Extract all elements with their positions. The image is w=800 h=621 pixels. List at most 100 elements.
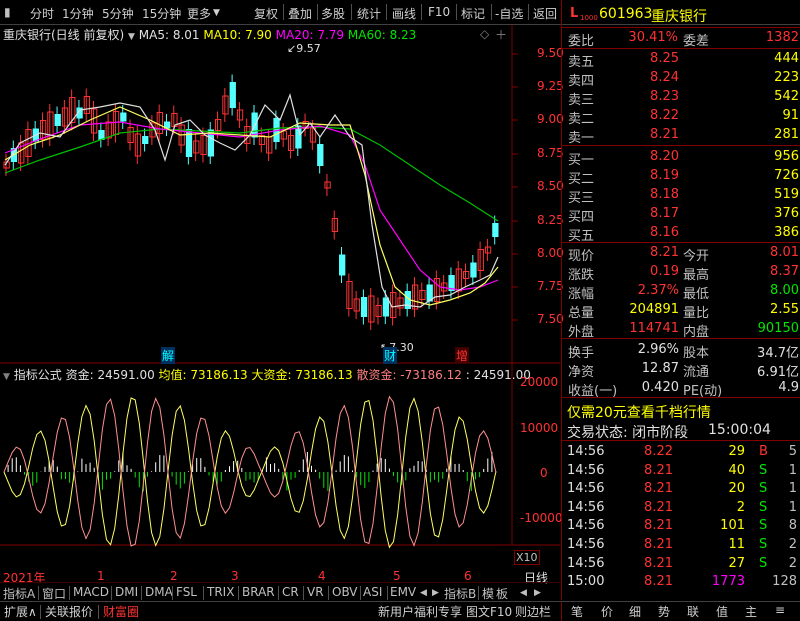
kline-chart-svg[interactable] <box>0 25 560 570</box>
quote-label: 今开 <box>683 249 710 264</box>
tab-brar[interactable]: BRAR <box>242 585 275 599</box>
panel-toggle-icon[interactable]: ▮ <box>4 5 11 19</box>
ma10-label: MA10: 7.90 <box>203 28 272 42</box>
sidebar-link[interactable]: 则边栏 <box>515 603 551 620</box>
stock-name: 重庆银行 <box>651 9 707 25</box>
price-tick: 9.50 <box>537 46 564 60</box>
indicator-unit: X10 <box>514 550 540 565</box>
panel-tab-jia[interactable]: 价 <box>601 603 613 620</box>
tick-volume: 1773 <box>711 574 745 590</box>
candle-body <box>134 133 142 157</box>
tab-vr[interactable]: VR <box>307 585 324 599</box>
tick-side: S <box>759 481 768 497</box>
tab-dmi[interactable]: DMI <box>115 585 138 599</box>
kline-dropdown-icon[interactable]: ▼ <box>128 32 135 42</box>
indicator-tick: 0 <box>540 466 548 480</box>
toolbar-fuquan[interactable]: 复权 <box>254 5 278 22</box>
candle-body <box>382 297 390 317</box>
tuwen-f10-link[interactable]: 图文F10 <box>466 603 512 620</box>
wealth-circle-button[interactable]: 财富圈 <box>103 603 139 620</box>
more-dropdown-icon[interactable]: ▼ <box>213 8 220 18</box>
tab-template[interactable]: 模 <box>482 585 494 602</box>
bid-price: 8.18 <box>650 187 679 202</box>
tab-scroll-right-icon[interactable]: ▶ <box>534 588 541 598</box>
quote-value: 204891 <box>629 302 679 317</box>
quote-label: 最低 <box>683 287 710 302</box>
promo-banner[interactable]: 仅需20元查看千档行情 <box>562 401 800 421</box>
toolbar-more[interactable]: 更多 <box>187 5 211 22</box>
toolbar-5min[interactable]: 5分钟 <box>102 5 134 22</box>
bid-volume: 726 <box>774 168 799 183</box>
quote-value: 2.55 <box>770 302 799 317</box>
indicator-sanzijin: 散资金: -73186.12 <box>356 368 462 382</box>
toolbar-biaoji[interactable]: 标记 <box>461 5 485 22</box>
indicator-dropdown-icon[interactable]: ▼ <box>3 372 10 382</box>
tab-nav-left-icon[interactable]: ◀ <box>420 588 427 598</box>
marker-cai[interactable]: 财 <box>383 347 398 364</box>
toolbar-diejia[interactable]: 叠加 <box>288 5 312 22</box>
panel-tab-zhu[interactable]: 主 <box>745 603 757 620</box>
indicator-name[interactable]: 指标公式 <box>14 368 62 382</box>
tab-indicator-a[interactable]: 指标A <box>3 585 35 602</box>
tab-indicator-b[interactable]: 指标B <box>444 585 476 602</box>
bid-row: 买四 8.17 376 <box>562 205 800 225</box>
new-user-benefit-link[interactable]: 新用户福利专享 <box>378 603 462 620</box>
related-quote-button[interactable]: 关联报价 <box>45 603 93 620</box>
candle-body <box>455 268 463 292</box>
tab-asi[interactable]: ASI <box>363 585 382 599</box>
tick-time: 15:00 <box>567 574 605 590</box>
price-tick: 7.50 <box>537 312 564 326</box>
toolbar-zixuan[interactable]: -自选 <box>495 5 523 22</box>
panel-tab-xi[interactable]: 细 <box>629 603 641 620</box>
tab-dma[interactable]: DMA <box>145 585 173 599</box>
time-month: 5 <box>393 569 401 583</box>
chart-add-icon[interactable]: ＋ <box>495 26 507 43</box>
tab-obv[interactable]: OBV <box>332 585 358 599</box>
stock-title: L 1000 601963 重庆银行 <box>562 6 800 26</box>
marker-jie[interactable]: 解 <box>161 347 176 364</box>
tab-cr[interactable]: CR <box>282 585 299 599</box>
stat-label: 净资 <box>568 365 595 380</box>
toolbar-fanhui[interactable]: 返回 <box>533 5 557 22</box>
marker-zeng[interactable]: 增 <box>455 347 470 364</box>
tab-trix[interactable]: TRIX <box>207 585 234 599</box>
stat-label: PE(动) <box>683 384 723 399</box>
tick-price: 8.21 <box>644 499 673 515</box>
panel-tab-zhi[interactable]: 值 <box>716 603 728 620</box>
time-month: 6 <box>464 569 472 583</box>
tab-nav-right-icon[interactable]: ▶ <box>432 588 439 598</box>
toolbar-fenshi[interactable]: 分时 <box>30 5 54 22</box>
chart-settings-icon[interactable]: ◇ <box>480 27 489 41</box>
toolbar-huaxian[interactable]: 画线 <box>392 5 416 22</box>
ma5-line <box>4 93 499 308</box>
panel-tab-lian[interactable]: 联 <box>687 603 699 620</box>
bid-volume: 956 <box>774 149 799 164</box>
quote-label: 涨跌 <box>568 268 595 283</box>
tab-template-2[interactable]: 板 <box>496 585 508 602</box>
toolbar-duogu[interactable]: 多股 <box>321 5 345 22</box>
candle-body <box>463 271 470 279</box>
tab-macd[interactable]: MACD <box>73 585 109 599</box>
tab-scroll-left-icon[interactable]: ◀ <box>520 588 527 598</box>
toolbar-1min[interactable]: 1分钟 <box>62 5 94 22</box>
tab-fsl[interactable]: FSL <box>176 585 197 599</box>
tick-volume: 29 <box>728 444 745 459</box>
tick-side: S <box>759 555 768 571</box>
candle-body <box>375 305 382 317</box>
tick-row: 14:56 8.21 2 S 1 <box>562 499 800 518</box>
panel-tab-shi[interactable]: 势 <box>658 603 670 620</box>
toolbar-15min[interactable]: 15分钟 <box>142 5 181 22</box>
candle-body <box>280 130 287 140</box>
bid-row: 买三 8.18 519 <box>562 186 800 206</box>
bid-row: 买五 8.16 386 <box>562 224 800 244</box>
chart-area[interactable]: 重庆银行(日线 前复权) ▼ MA5: 8.01 MA10: 7.90 MA20… <box>0 25 564 585</box>
panel-tab-menu-icon[interactable]: ≡ <box>775 603 785 617</box>
tab-emv[interactable]: EMV <box>390 585 416 599</box>
toolbar-f10[interactable]: F10 <box>428 5 450 19</box>
tick-count: 2 <box>788 555 797 571</box>
toolbar-tongji[interactable]: 统计 <box>357 5 381 22</box>
tab-window[interactable]: 窗口 <box>42 585 66 602</box>
panel-tab-bi[interactable]: 笔 <box>571 603 583 620</box>
tick-row: 14:56 8.21 27 S 2 <box>562 555 800 574</box>
expand-button[interactable]: 扩展∧ <box>4 603 37 620</box>
